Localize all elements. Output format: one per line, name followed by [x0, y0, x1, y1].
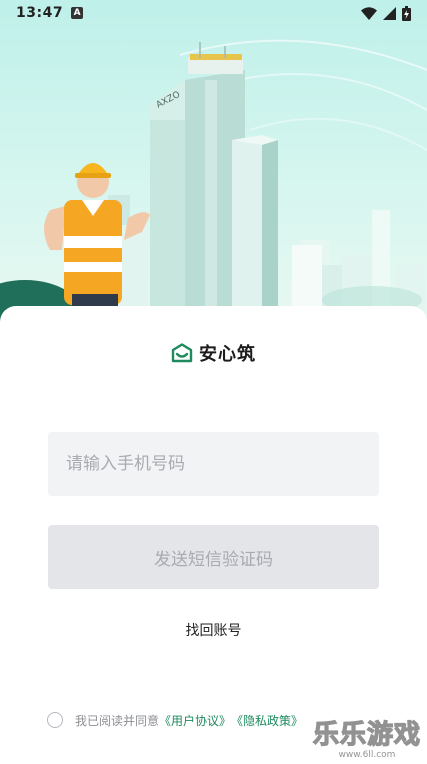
app-logo: 安心筑: [0, 340, 427, 366]
user-agreement-link[interactable]: 《用户协议》: [159, 712, 231, 729]
status-time: 13:47: [16, 5, 64, 21]
agreement-prefix: 我已阅读并同意: [75, 713, 160, 728]
phone-number-input[interactable]: [48, 432, 379, 496]
battery-icon: [402, 5, 411, 21]
status-bar: 13:47 A: [0, 0, 427, 26]
notification-badge-icon: A: [71, 7, 84, 19]
house-icon: [171, 343, 193, 363]
city-worker-illustration: AXZO: [0, 39, 427, 340]
signal-icon: [383, 6, 396, 20]
hero-illustration: AXZO: [0, 0, 427, 340]
send-sms-code-button[interactable]: 发送短信验证码: [48, 525, 379, 589]
app-logo-text: 安心筑: [199, 344, 256, 365]
recover-account-link[interactable]: 找回账号: [0, 620, 427, 640]
wifi-icon: [361, 6, 377, 20]
agreement-checkbox[interactable]: [47, 712, 63, 728]
privacy-policy-link[interactable]: 《隐私政策》: [231, 712, 303, 729]
agreement-row: 我已阅读并同意 《用户协议》 《隐私政策》: [47, 710, 303, 730]
